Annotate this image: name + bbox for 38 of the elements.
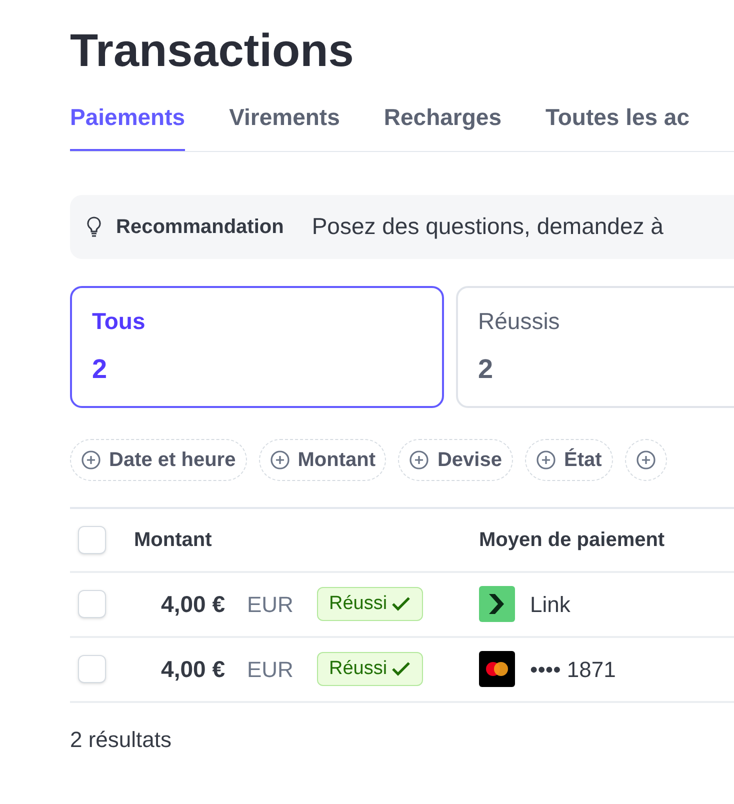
chevron-logo-icon [479,586,515,622]
status-badge: Réussi [317,587,424,621]
status-badge: Réussi [317,652,424,686]
payment-method: Link [530,590,570,618]
filter-chip[interactable]: Montant [258,438,386,480]
amount: 4,00 € [161,654,225,684]
column-header: Montant [134,528,213,552]
checkbox[interactable] [78,655,106,683]
checkmark-icon [391,596,412,612]
tab[interactable]: Recharges [384,100,502,150]
plus-icon [536,450,556,470]
column-header: Moyen de paiement [479,528,665,552]
checkbox[interactable] [78,526,106,554]
lightbulb-icon [86,216,102,238]
filter-chip[interactable] [624,438,667,480]
filter-chip[interactable]: Devise [398,438,513,480]
payment-method: •••• 1871 [530,656,616,684]
plus-icon [636,450,656,470]
currency: EUR [247,592,294,616]
tab[interactable]: Toutes les ac [546,100,690,150]
currency: EUR [247,656,294,682]
tab[interactable]: Virements [229,100,340,150]
amount: 4,00 € [161,590,225,619]
checkbox[interactable] [78,590,106,618]
filter-chip[interactable]: État [524,438,613,480]
filter-chip[interactable]: Date et heure [70,438,247,480]
filter-card[interactable]: Réussis 2 [456,286,734,408]
checkmark-icon [391,661,412,677]
plus-icon [270,450,290,470]
page-title: Transactions [70,23,355,78]
plus-icon [409,450,430,470]
results-count: 2 résultats [70,726,172,754]
tab[interactable]: Paiements [70,100,186,150]
banner-label: Recommandation [116,214,284,240]
plus-icon [81,450,101,470]
banner-text: Posez des questions, demandez à [312,212,664,242]
filter-card[interactable]: Tous 2 [70,286,444,408]
card-logo-icon [479,651,515,687]
